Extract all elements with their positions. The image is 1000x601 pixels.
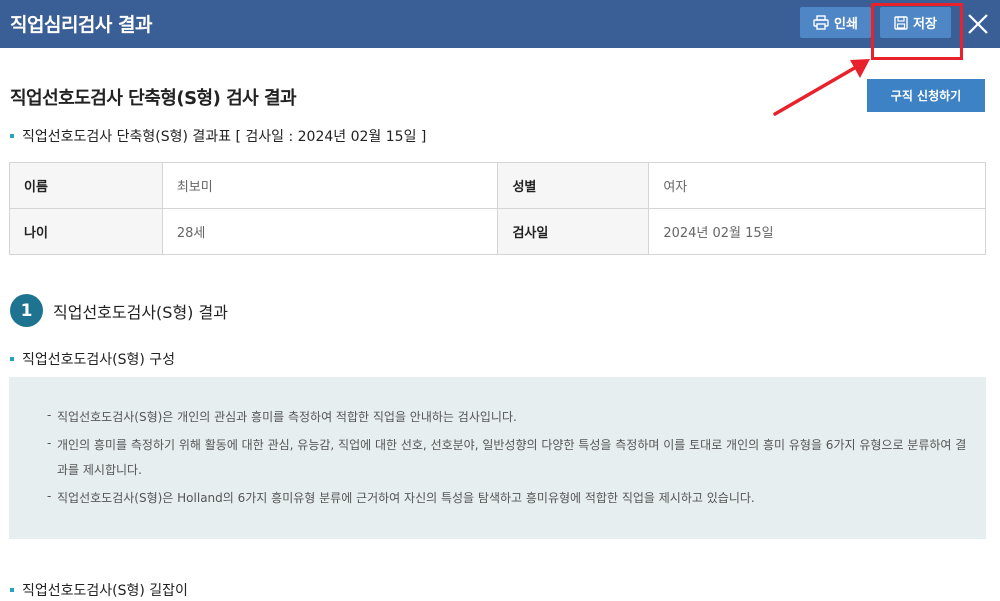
- name-value: 최보미: [161, 162, 499, 209]
- gender-label: 성별: [497, 162, 650, 209]
- composition-heading-text: 직업선호도검사(S형) 구성: [22, 352, 176, 368]
- window-title: 직업심리검사 결과: [10, 14, 152, 36]
- bullet-marker: [10, 134, 14, 138]
- bullet-marker: [10, 588, 14, 592]
- list-item: 직업선호도검사(S형)은 Holland의 6가지 흥미유형 분류에 근거하여 …: [47, 484, 967, 511]
- bullet-marker: [10, 357, 14, 361]
- printer-icon: [813, 15, 829, 30]
- table-row: 이름 최보미 성별 여자: [9, 162, 986, 209]
- list-item: 직업선호도검사(S형)은 개인의 관심과 흥미를 측정하여 적합한 직업을 안내…: [47, 403, 967, 430]
- section-number-badge: 1: [10, 294, 43, 327]
- guide-heading: 직업선호도검사(S형) 길잡이: [10, 580, 188, 600]
- personal-info-table: 이름 최보미 성별 여자 나이 28세 검사일 2024년 02월 15일: [9, 162, 986, 255]
- age-value: 28세: [161, 208, 499, 255]
- result-table-heading: 직업선호도검사 단축형(S형) 결과표 [ 검사일 : 2024년 02월 15…: [10, 126, 426, 146]
- save-highlight-box: [871, 3, 963, 60]
- section-heading: 1 직업선호도검사(S형) 결과: [10, 294, 228, 327]
- test-date-label: 검사일: [497, 208, 650, 255]
- guide-heading-text: 직업선호도검사(S형) 길잡이: [22, 583, 188, 599]
- section-title: 직업선호도검사(S형) 결과: [53, 302, 228, 322]
- print-label: 인쇄: [834, 17, 858, 32]
- age-label: 나이: [9, 208, 163, 255]
- name-label: 이름: [9, 162, 163, 209]
- description-list: 직업선호도검사(S형)은 개인의 관심과 흥미를 측정하여 적합한 직업을 안내…: [47, 403, 967, 514]
- composition-heading: 직업선호도검사(S형) 구성: [10, 349, 175, 369]
- test-date-value: 2024년 02월 15일: [648, 208, 986, 255]
- print-button[interactable]: 인쇄: [800, 7, 871, 38]
- page-title: 직업선호도검사 단축형(S형) 검사 결과: [10, 88, 297, 109]
- apply-job-button[interactable]: 구직 신청하기: [867, 79, 985, 112]
- description-box: 직업선호도검사(S형)은 개인의 관심과 흥미를 측정하여 적합한 직업을 안내…: [9, 377, 986, 539]
- table-row: 나이 28세 검사일 2024년 02월 15일: [9, 208, 986, 255]
- window-titlebar: 직업심리검사 결과 인쇄 저장: [0, 0, 1000, 48]
- pointer-arrow: [773, 59, 870, 116]
- list-item: 개인의 흥미를 측정하기 위해 활동에 대한 관심, 유능감, 직업에 대한 선…: [47, 431, 967, 483]
- result-table-heading-text: 직업선호도검사 단축형(S형) 결과표 [ 검사일 : 2024년 02월 15…: [22, 129, 427, 145]
- close-icon[interactable]: [963, 9, 993, 39]
- gender-value: 여자: [648, 162, 986, 209]
